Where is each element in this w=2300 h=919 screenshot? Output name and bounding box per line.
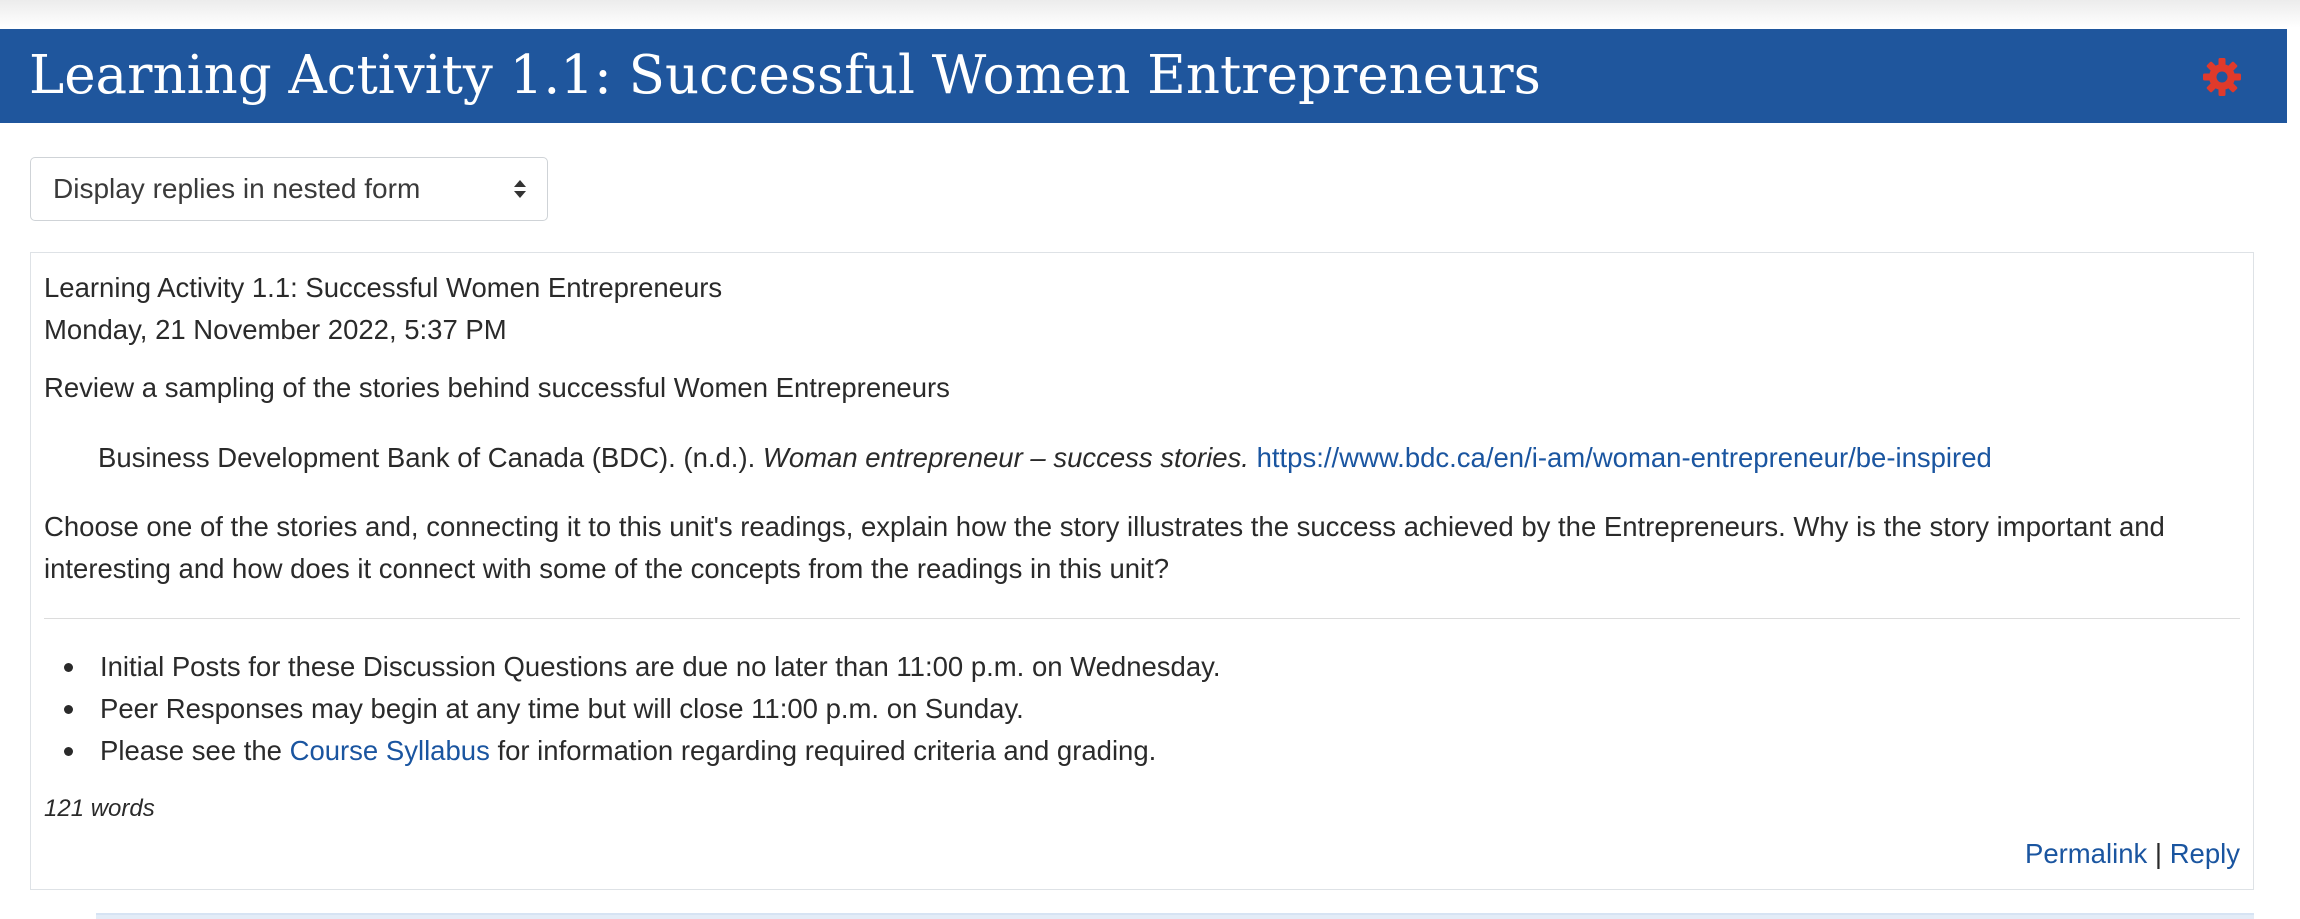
list-item: Please see the Course Syllabus for infor…: [44, 730, 1221, 772]
post-question-line-1: Choose one of the stories and, connectin…: [44, 511, 2165, 542]
post-intro: Review a sampling of the stories behind …: [44, 372, 950, 403]
list-item-text-after: for information regarding required crite…: [489, 735, 1157, 766]
page-title: Learning Activity 1.1: Successful Women …: [29, 45, 1541, 106]
list-item: Initial Posts for these Discussion Quest…: [44, 646, 1221, 688]
permalink-link[interactable]: Permalink: [2025, 838, 2147, 869]
reference-link[interactable]: https://www.bdc.ca/en/i-am/woman-entrepr…: [1257, 442, 1992, 473]
post-date: Monday, 21 November 2022, 5:37 PM: [44, 314, 507, 345]
post-question-line-2: interesting and how does it connect with…: [44, 553, 1170, 584]
word-count: 121 words: [44, 795, 155, 822]
action-separator: |: [2154, 838, 2163, 869]
forum-post: Learning Activity 1.1: Successful Women …: [30, 252, 2254, 890]
page-header: Learning Activity 1.1: Successful Women …: [0, 29, 2287, 123]
post-divider: [44, 618, 2240, 619]
requirements-list: Initial Posts for these Discussion Quest…: [44, 646, 1221, 772]
list-item-text: Peer Responses may begin at any time but…: [100, 693, 1024, 724]
nested-reply-preview: [96, 913, 2254, 919]
list-item-text: Initial Posts for these Discussion Quest…: [100, 651, 1221, 682]
display-mode-select[interactable]: Display replies in nested form: [30, 157, 548, 221]
post-subject: Learning Activity 1.1: Successful Women …: [44, 272, 723, 303]
reference-title: Woman entrepreneur – success stories.: [762, 442, 1249, 473]
sort-arrows-icon: [514, 180, 526, 198]
course-syllabus-link[interactable]: Course Syllabus: [290, 735, 490, 766]
gear-icon[interactable]: [2201, 56, 2243, 98]
reply-link[interactable]: Reply: [2170, 838, 2240, 869]
display-mode-selected: Display replies in nested form: [53, 173, 421, 204]
list-item: Peer Responses may begin at any time but…: [44, 688, 1221, 730]
reference-author: Business Development Bank of Canada (BDC…: [98, 442, 756, 473]
reference-citation: Business Development Bank of Canada (BDC…: [98, 437, 1992, 479]
top-bar-shadow: [0, 0, 2300, 28]
post-actions: Permalink | Reply: [2025, 833, 2240, 875]
list-item-text-before: Please see the: [100, 735, 290, 766]
